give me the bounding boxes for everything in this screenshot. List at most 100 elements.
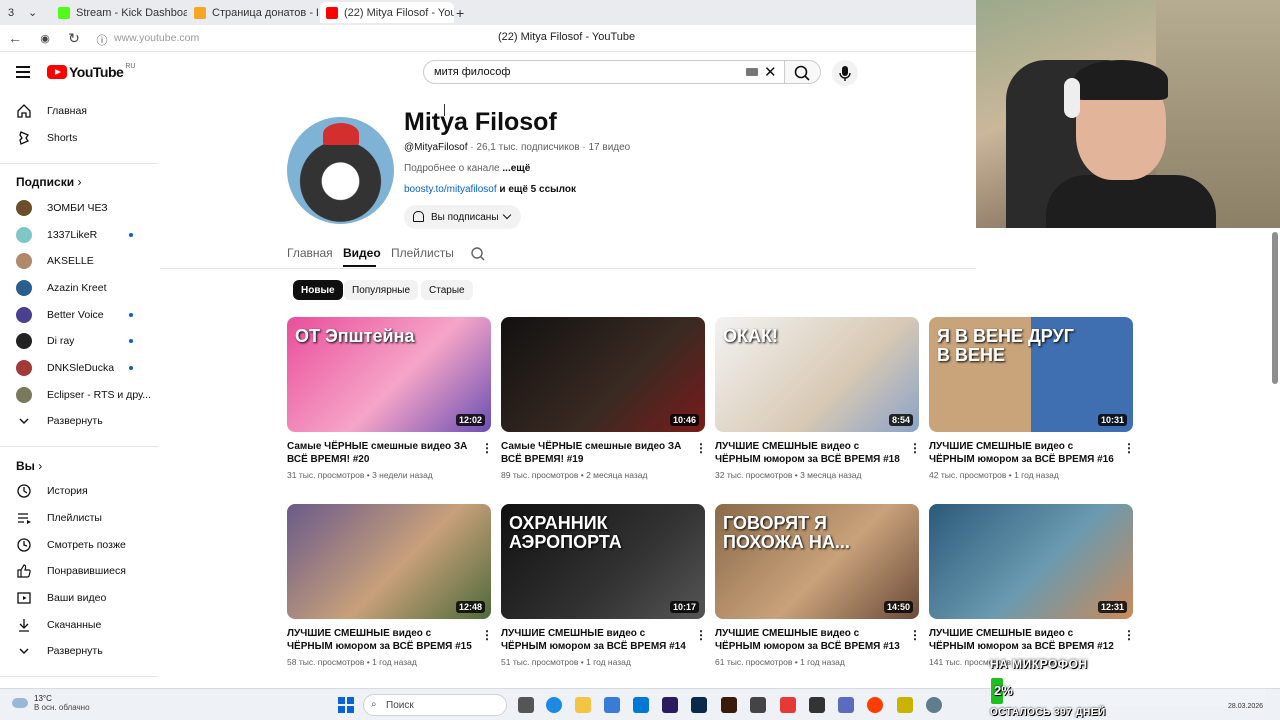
more-links-text[interactable]: и ещё 5 ссылок (497, 184, 576, 195)
sidebar-item-downloads[interactable]: Скачанные (0, 612, 158, 638)
video-title[interactable]: ЛУЧШИЕ СМЕШНЫЕ видео с ЧЁРНЫМ юмором за … (715, 440, 901, 466)
keyboard-icon[interactable] (746, 68, 758, 76)
more-options-icon[interactable]: ⋮ (909, 441, 921, 455)
premiere-icon[interactable] (662, 697, 678, 713)
video-card[interactable]: ОТ Эпштейна 12:02 Самые ЧЁРНЫЕ смешные вид… (287, 317, 493, 480)
channel-search-icon[interactable] (470, 246, 486, 262)
video-thumbnail[interactable]: 10:46 (501, 317, 705, 432)
video-thumbnail[interactable]: 12:48 (287, 504, 491, 619)
sidebar-item-playlists[interactable]: Плейлисты (0, 505, 158, 531)
sidebar-expand-subscriptions[interactable]: Развернуть (0, 408, 158, 434)
video-card[interactable]: ОКАК! 8:54 ЛУЧШИЕ СМЕШНЫЕ видео с ЧЁРНЫМ ю… (715, 317, 921, 480)
video-title[interactable]: ЛУЧШИЕ СМЕШНЫЕ видео с ЧЁРНЫМ юмором за … (929, 440, 1115, 466)
video-thumbnail[interactable]: ОКАК! 8:54 (715, 317, 919, 432)
video-card[interactable]: 12:31 ЛУЧШИЕ СМЕШНЫЕ видео с ЧЁРНЫМ юморо… (929, 504, 1135, 667)
site-info-icon[interactable]: ⓘ (93, 32, 111, 48)
weather-widget[interactable]: 13°C В осн. облачно (12, 694, 90, 712)
video-title[interactable]: Самые ЧЁРНЫЕ смешные видео ЗА ВСЁ ВРЕМЯ!… (287, 440, 473, 466)
boosty-link[interactable]: boosty.to/mityafilosof (404, 184, 497, 195)
more-link[interactable]: ...ещё (502, 163, 530, 174)
video-card[interactable]: Я В ВЕНЕ ДРУГ В ВЕНЕ 10:31 ЛУЧШИЕ СМЕШНЫЕ … (929, 317, 1135, 480)
subscribed-button[interactable]: Вы подписаны (404, 205, 521, 229)
tab-playlists[interactable]: Плейлисты (391, 246, 454, 260)
chip-popular[interactable]: Популярные (344, 280, 419, 300)
clear-search-icon[interactable]: ✕ (764, 63, 777, 81)
video-title[interactable]: ЛУЧШИЕ СМЕШНЫЕ видео с ЧЁРНЫМ юмором за … (287, 627, 473, 653)
outlook-icon[interactable] (633, 697, 649, 713)
url-text[interactable]: www.youtube.com (114, 32, 199, 44)
new-tab-icon[interactable]: + (456, 2, 470, 23)
tab-donation-page[interactable]: Страница донатов - Dona (188, 2, 318, 23)
chip-oldest[interactable]: Старые (421, 280, 473, 300)
sidebar-item-liked[interactable]: Понравившиеся (0, 558, 158, 584)
sidebar-sub-item[interactable]: 1337LikeR (0, 222, 158, 248)
more-options-icon[interactable]: ⋮ (695, 628, 707, 642)
scrollbar-thumb[interactable] (1272, 232, 1278, 384)
video-card[interactable]: 10:46 Самые ЧЁРНЫЕ смешные видео ЗА ВСЁ В… (501, 317, 707, 480)
sidebar-item-shorts[interactable]: Shorts (0, 125, 158, 151)
video-card[interactable]: 12:48 ЛУЧШИЕ СМЕШНЫЕ видео с ЧЁРНЫМ юморо… (287, 504, 493, 667)
tab-videos[interactable]: Видео (343, 246, 381, 260)
video-title[interactable]: ЛУЧШИЕ СМЕШНЫЕ видео с ЧЁРНЫМ юмором за … (501, 627, 687, 653)
reload-icon[interactable]: ↻ (65, 30, 83, 47)
video-thumbnail[interactable]: 12:31 (929, 504, 1133, 619)
sidebar-sub-item[interactable]: ЗОМБИ ЧЕЗ (0, 195, 158, 221)
tab-list-dropdown-icon[interactable]: ⌄ (28, 2, 46, 23)
video-thumbnail[interactable]: Я В ВЕНЕ ДРУГ В ВЕНЕ 10:31 (929, 317, 1133, 432)
sidebar-sub-item[interactable]: Better Voice (0, 302, 158, 328)
tab-home[interactable]: Главная (287, 246, 333, 260)
sidebar-item-home[interactable]: Главная (0, 98, 158, 124)
edge-browser-icon[interactable] (546, 697, 562, 713)
store-icon[interactable] (604, 697, 620, 713)
sidebar-expand-you[interactable]: Развернуть (0, 638, 158, 664)
video-title[interactable]: Самые ЧЁРНЫЕ смешные видео ЗА ВСЁ ВРЕМЯ!… (501, 440, 687, 466)
photoshop-icon[interactable] (691, 697, 707, 713)
menu-hamburger-icon[interactable] (16, 66, 30, 81)
video-thumbnail[interactable]: ГОВОРЯТ Я ПОХОЖА НА... 14:50 (715, 504, 919, 619)
tab-youtube-active[interactable]: (22) Mitya Filosof - You ✕ (320, 2, 454, 23)
back-arrow-icon[interactable]: ← (6, 30, 24, 46)
illustrator-icon[interactable] (721, 697, 737, 713)
sidebar-item-watch-later[interactable]: Смотреть позже (0, 532, 158, 558)
sidebar-sub-item[interactable]: AKSELLE (0, 248, 158, 274)
task-view-icon[interactable] (518, 697, 534, 713)
protect-shield-icon[interactable]: ◉ (36, 32, 54, 45)
taskbar-search-input[interactable]: ⌕ Поиск (363, 694, 507, 716)
sidebar-sub-item[interactable]: DNKSleDucka (0, 355, 158, 381)
video-title[interactable]: ЛУЧШИЕ СМЕШНЫЕ видео с ЧЁРНЫМ юмором за … (929, 627, 1115, 653)
video-thumbnail[interactable]: ОХРАННИК АЭРОПОРТА 10:17 (501, 504, 705, 619)
more-options-icon[interactable]: ⋮ (481, 441, 493, 455)
more-options-icon[interactable]: ⋮ (481, 628, 493, 642)
more-options-icon[interactable]: ⋮ (909, 628, 921, 642)
channel-avatar[interactable] (287, 117, 394, 224)
video-title[interactable]: ЛУЧШИЕ СМЕШНЫЕ видео с ЧЁРНЫМ юмором за … (715, 627, 901, 653)
yandex-browser-icon[interactable] (867, 697, 883, 713)
obs-icon[interactable] (926, 697, 942, 713)
app-yellow-icon[interactable] (897, 697, 913, 713)
subscriptions-heading[interactable]: Подписки › (16, 175, 81, 189)
sidebar-sub-item[interactable]: Di ray (0, 328, 158, 354)
video-card[interactable]: ОХРАННИК АЭРОПОРТА 10:17 ЛУЧШИЕ СМЕШНЫЕ ви… (501, 504, 707, 667)
chip-newest[interactable]: Новые (293, 280, 343, 300)
tab-counter[interactable]: 3 (8, 2, 22, 23)
windows-start-icon[interactable] (338, 697, 354, 713)
video-thumbnail[interactable]: ОТ Эпштейна 12:02 (287, 317, 491, 432)
search-button[interactable] (785, 60, 821, 84)
you-heading[interactable]: Вы › (16, 459, 42, 473)
channel-description[interactable]: Подробнее о канале ...ещё (404, 163, 530, 174)
file-explorer-icon[interactable] (575, 697, 591, 713)
more-options-icon[interactable]: ⋮ (695, 441, 707, 455)
app-icon[interactable] (750, 697, 766, 713)
more-options-icon[interactable]: ⋮ (1123, 628, 1135, 642)
voice-search-button[interactable] (832, 60, 858, 86)
tab-kick-dashboard[interactable]: Stream - Kick Dashboard (52, 2, 187, 23)
sidebar-item-history[interactable]: История (0, 478, 158, 504)
sidebar-sub-item[interactable]: Eclipser - RTS и дру... (0, 382, 158, 408)
app-purple-icon[interactable] (838, 697, 854, 713)
sidebar-sub-item[interactable]: Azazin Kreet (0, 275, 158, 301)
app-dark-icon[interactable] (809, 697, 825, 713)
video-card[interactable]: ГОВОРЯТ Я ПОХОЖА НА... 14:50 ЛУЧШИЕ СМЕШНЫ… (715, 504, 921, 667)
search-input[interactable]: митя философ ✕ (423, 60, 785, 84)
app-red-icon[interactable] (780, 697, 796, 713)
more-options-icon[interactable]: ⋮ (1123, 441, 1135, 455)
